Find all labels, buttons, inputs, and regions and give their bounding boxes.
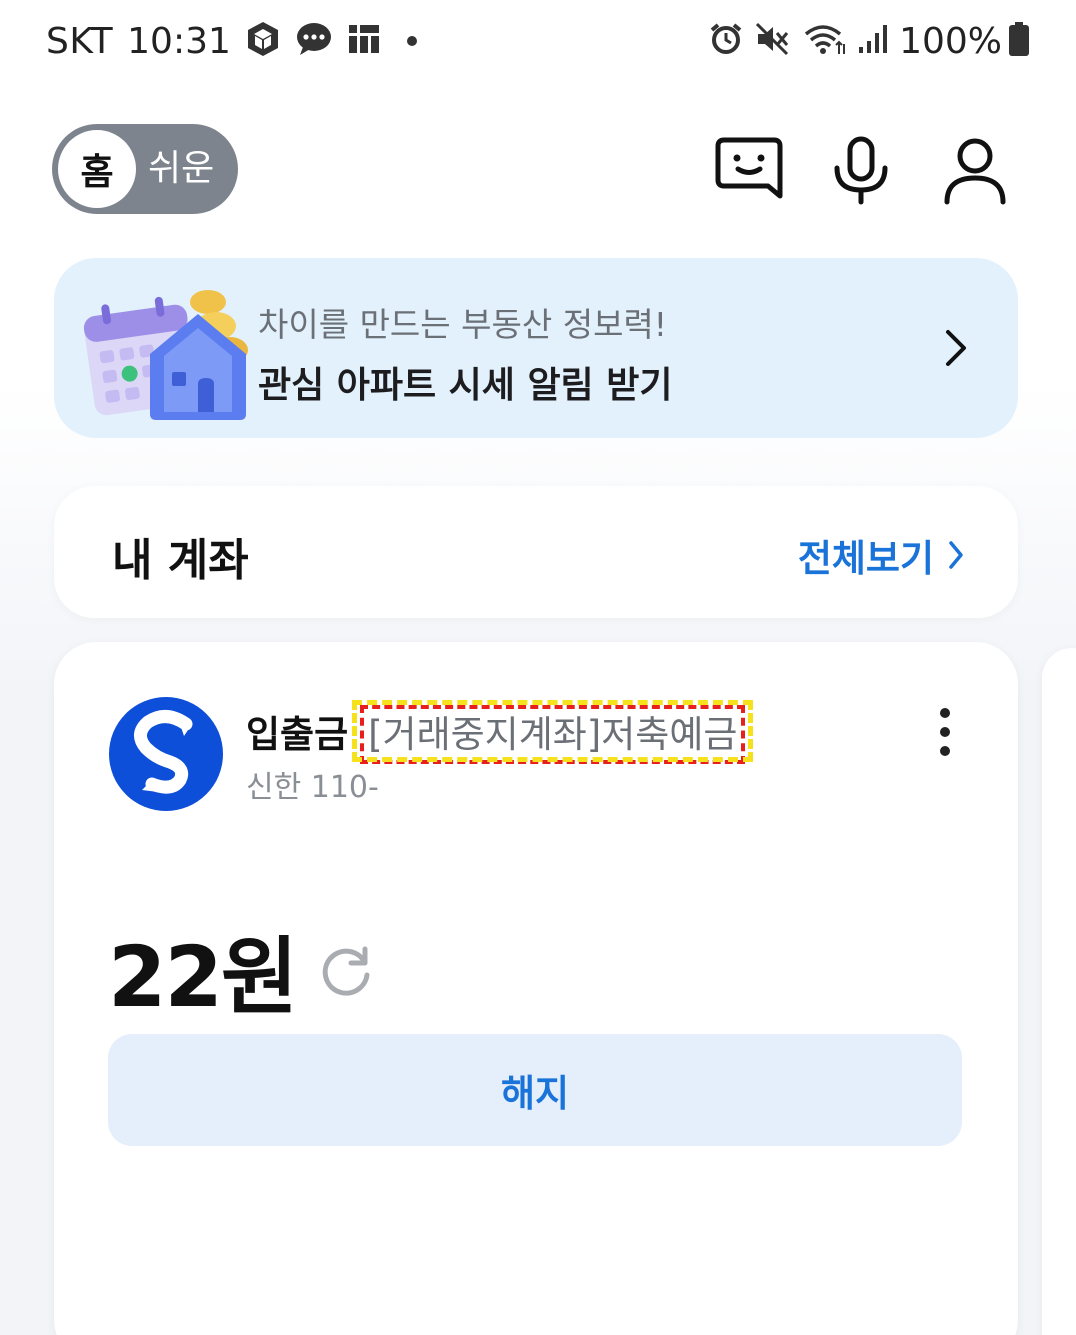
cube-icon xyxy=(245,20,281,62)
my-accounts-header: 내 계좌 전체보기 xyxy=(54,486,1018,618)
balance-amount: 22원 xyxy=(108,928,298,1026)
battery-percent: 100% xyxy=(899,20,1002,62)
view-all-label: 전체보기 xyxy=(797,537,934,580)
account-card[interactable]: 입출금 [거래중지계좌]저축예금 신한 110- 22원 해지 xyxy=(54,642,1018,1335)
account-type: 입출금 xyxy=(246,713,349,756)
banner-subtitle: 차이를 만드는 부동산 정보력! xyxy=(258,305,668,344)
account-title: 입출금 [거래중지계좌]저축예금 xyxy=(246,700,754,764)
battery-icon xyxy=(1008,21,1030,61)
alarm-icon xyxy=(709,22,743,60)
refresh-icon[interactable] xyxy=(318,943,374,999)
profile-icon[interactable] xyxy=(940,136,1010,206)
account-number: 신한 110- xyxy=(246,770,379,805)
highlight-box: [거래중지계좌]저축예금 xyxy=(352,700,754,764)
notification-dot xyxy=(406,36,417,46)
chevron-right-icon xyxy=(949,541,963,569)
signal-icon xyxy=(857,23,889,59)
grid-app-icon xyxy=(347,23,381,59)
banner-title: 관심 아파트 시세 알림 받기 xyxy=(258,365,673,406)
real-estate-banner[interactable]: 차이를 만드는 부동산 정보력! 관심 아파트 시세 알림 받기 xyxy=(54,258,1018,438)
next-account-card-peek[interactable] xyxy=(1042,648,1076,1335)
status-bar: SKT 10:31 100% xyxy=(0,0,1076,84)
shinhan-bank-logo-icon xyxy=(108,696,224,812)
microphone-icon[interactable] xyxy=(826,136,896,206)
section-title: 내 계좌 xyxy=(112,535,249,586)
wifi-icon xyxy=(803,22,847,60)
house-calendar-illustration xyxy=(80,274,280,424)
close-account-button[interactable]: 해지 xyxy=(108,1034,962,1146)
account-label: [거래중지계좌]저축예금 xyxy=(360,705,746,764)
balance-row: 22원 xyxy=(108,910,374,1031)
chat-bubble-icon xyxy=(295,21,333,61)
mute-icon xyxy=(755,22,791,60)
clock: 10:31 xyxy=(127,20,231,62)
carrier-label: SKT xyxy=(46,20,114,62)
chevron-right-icon xyxy=(944,328,968,368)
mode-home-option[interactable]: 홈 xyxy=(58,130,136,208)
mode-toggle[interactable]: 홈 쉬운 xyxy=(52,124,238,214)
chatbot-icon[interactable] xyxy=(714,136,784,206)
view-all-link[interactable]: 전체보기 xyxy=(798,528,964,582)
mode-easy-option[interactable]: 쉬운 xyxy=(148,124,214,214)
more-options-icon[interactable] xyxy=(938,708,952,756)
